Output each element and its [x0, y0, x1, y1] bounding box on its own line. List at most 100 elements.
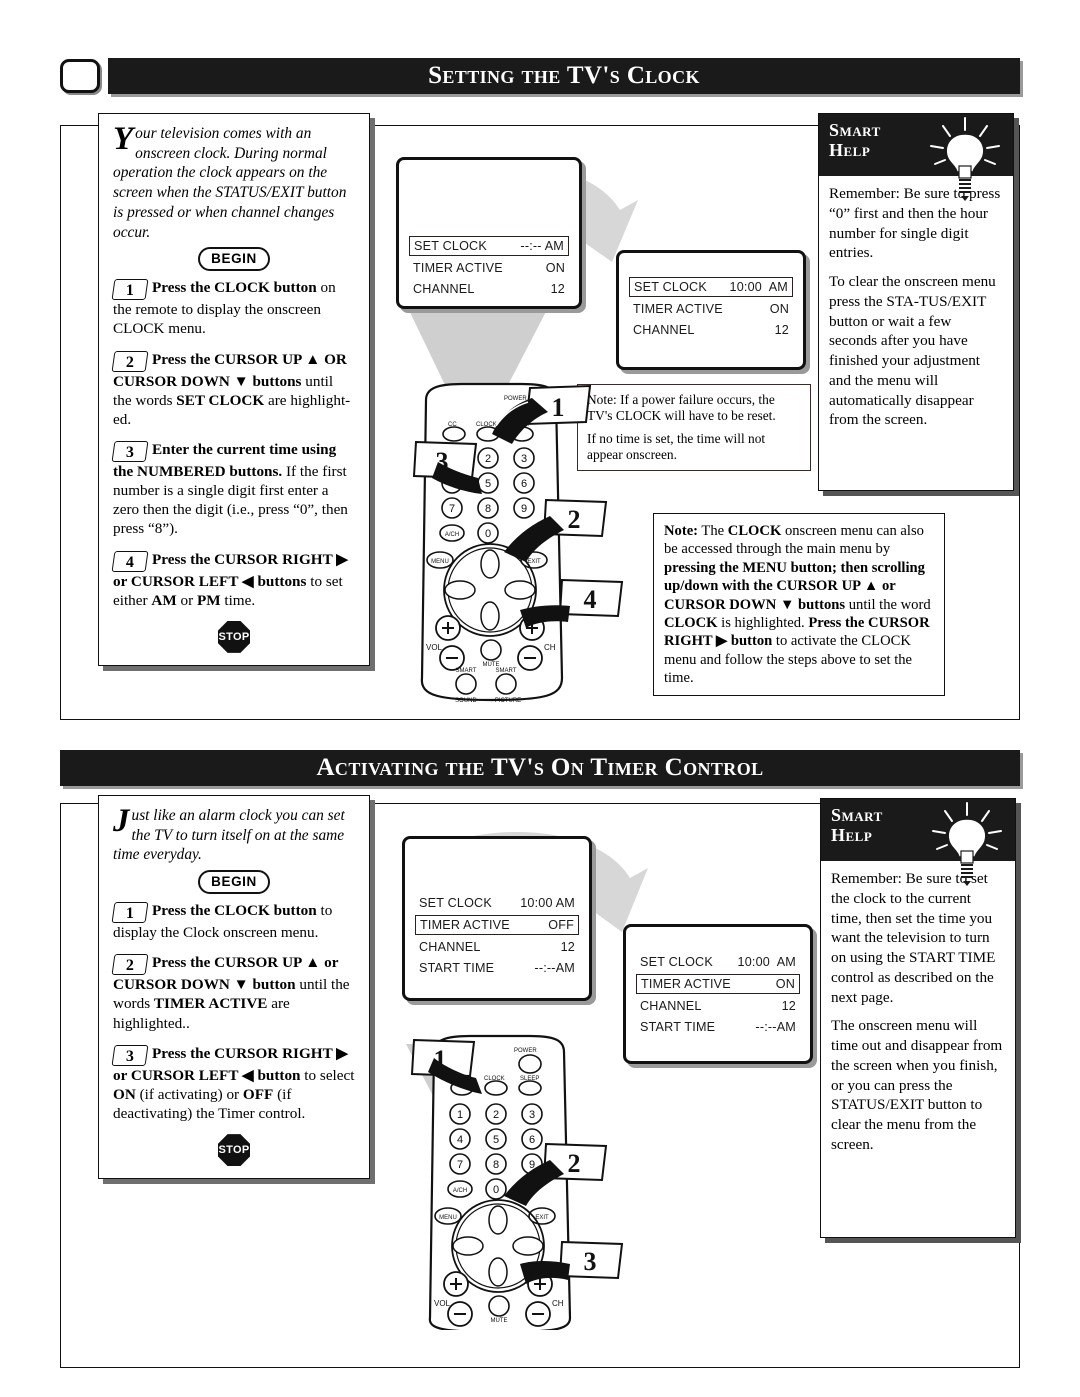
remote-cursor-down [480, 601, 500, 631]
tv-menu-value: 10:00 AM [520, 896, 575, 910]
callout-4-clock: 4 [520, 578, 624, 628]
remote2-power-button [518, 1054, 542, 1074]
remote-smart-sound-button [455, 673, 477, 695]
step-text: Press the CURSOR RIGHT ▶ or CURSOR LEFT … [113, 1044, 355, 1122]
remote-cursor-left [444, 580, 476, 600]
svg-text:4: 4 [457, 1134, 463, 1146]
tv-menu-label: TIMER ACTIVE [420, 918, 510, 932]
callout-2-timer: 2 [504, 1142, 608, 1206]
step-text: Press the CURSOR UP ▲ OR CURSOR DOWN ▼ b… [113, 350, 351, 428]
tv-menu-row: SET CLOCK 10:00 AM [636, 953, 800, 971]
svg-text:1: 1 [552, 393, 565, 422]
smart-help-body-2: Remember: Be sure to set the clock to th… [821, 861, 1015, 1165]
remote2-ch-label: CH [552, 1299, 564, 1308]
section-clock-header: Setting the TV's Clock [60, 58, 1020, 94]
svg-text:2: 2 [568, 1149, 581, 1178]
timer-step-1: 1 Press the CLOCK button to display the C… [111, 901, 355, 942]
tv-menu-row: TIMER ACTIVE OFF [415, 915, 579, 935]
tv-menu-row: TIMER ACTIVE ON [629, 300, 793, 318]
svg-text:2: 2 [568, 505, 581, 534]
tv-menu-value: 12 [550, 282, 565, 296]
svg-text:A/CH: A/CH [453, 1188, 467, 1194]
tv-menu-value: ON [775, 977, 795, 991]
tv-screen-icon [60, 59, 100, 93]
remote-smart-picture-button [495, 673, 517, 695]
tv-menu-row: SET CLOCK --:-- AM [409, 236, 569, 256]
clock-instructions-panel: Your television comes with an onscreen c… [98, 113, 370, 666]
step-number-badge: 3 [111, 1044, 149, 1066]
step-number-badge: 2 [111, 350, 149, 372]
lightbulb-icon-2 [932, 802, 1002, 886]
svg-text:MUTE: MUTE [491, 1318, 508, 1324]
tv-menu-value: 10:00 AM [729, 280, 788, 294]
tv-menu-value: ON [769, 302, 789, 316]
remote2-cursor-up [488, 1205, 508, 1235]
step-text: Press the CURSOR UP ▲ or CURSOR DOWN ▼ b… [113, 954, 350, 1032]
svg-text:EXIT: EXIT [535, 1215, 549, 1221]
tv-menu-label: SET CLOCK [640, 955, 713, 969]
remote-vol-label: VOL [426, 643, 443, 652]
svg-text:1: 1 [457, 1109, 463, 1121]
stop-sign-icon-2: STOP [218, 1134, 250, 1167]
intro-dropcap: Y [113, 121, 134, 157]
tv-menu-label: CHANNEL [640, 999, 702, 1013]
tv-menu-label: CHANNEL [633, 323, 695, 337]
svg-text:8: 8 [493, 1159, 499, 1171]
callout-3-timer: 3 [520, 1240, 624, 1284]
note-power-failure: Note: If a power failure occurs, the TV'… [577, 384, 811, 472]
tv-menu-value: 12 [560, 940, 575, 954]
svg-text:MENU: MENU [431, 559, 449, 565]
note-power-line2: If no time is set, the time will not app… [587, 430, 766, 463]
remote2-vol-label: VOL [434, 1299, 451, 1308]
note-menu-text: Note: The CLOCK onscreen menu can also b… [664, 523, 931, 686]
timer-step-2: 2 Press the CURSOR UP ▲ or CURSOR DOWN ▼ … [111, 953, 355, 1032]
tv-menu-row: CHANNEL 12 [415, 938, 579, 956]
timer-step-3: 3 Press the CURSOR RIGHT ▶ or CURSOR LEFT… [111, 1044, 355, 1123]
timer-menu-screen-before: SET CLOCK 10:00 AM TIMER ACTIVE OFF CHAN… [402, 836, 592, 1001]
intro-text: our television comes with an onscreen cl… [113, 125, 347, 241]
page-title: Setting the TV's Clock [428, 62, 700, 89]
tv-menu-label: SET CLOCK [419, 896, 492, 910]
tv-menu-value: OFF [548, 918, 574, 932]
section-setting-tv-clock: Setting the TV's Clock Your television c… [0, 0, 1080, 740]
tv-menu-row: START TIME --:--AM [636, 1018, 800, 1036]
tv-menu-value: ON [545, 261, 565, 275]
callout-2-clock: 2 [504, 498, 608, 562]
remote-mute-button [480, 639, 502, 661]
clock-menu-screen-before: SET CLOCK --:-- AM TIMER ACTIVE ON CHANN… [396, 157, 582, 309]
svg-text:0: 0 [493, 1184, 499, 1196]
tv-menu-value: --:--AM [755, 1020, 796, 1034]
step-number-badge: 1 [111, 902, 149, 924]
clock-step-3: 3 Enter the current time using the NUMBER… [111, 440, 355, 539]
step-text: Press the CURSOR RIGHT ▶ or CURSOR LEFT … [113, 550, 348, 609]
tv-menu-row: TIMER ACTIVE ON [409, 259, 569, 277]
timer-menu-screen-after: SET CLOCK 10:00 AM TIMER ACTIVE ON CHANN… [623, 924, 813, 1064]
timer-intro-paragraph: Just like an alarm clock you can set the… [113, 804, 355, 865]
tv-menu-label: SET CLOCK [634, 280, 707, 294]
remote2-mute-button [488, 1295, 510, 1317]
tv-menu-row: SET CLOCK 10:00 AM [629, 277, 793, 297]
smart-help-paragraph: The onscreen menu will time out and disa… [831, 1017, 1003, 1153]
svg-text:3: 3 [584, 1247, 597, 1276]
section-timer-header: Activating the TV's On Timer Control [60, 750, 1020, 786]
remote-ch-label: CH [544, 643, 556, 652]
begin-badge-2: BEGIN [198, 870, 270, 895]
svg-text:7: 7 [457, 1159, 463, 1171]
clock-menu-screen-after: SET CLOCK 10:00 AM TIMER ACTIVE ON CHANN… [616, 250, 806, 370]
timer-stop-wrap: STOP [113, 1134, 355, 1167]
tv-menu-label: START TIME [640, 1020, 716, 1034]
tv-menu-value: --:-- AM [520, 239, 564, 253]
clock-stop-wrap: STOP [113, 620, 355, 653]
svg-text:3: 3 [529, 1109, 535, 1121]
svg-text:0: 0 [485, 528, 491, 540]
tv-menu-row: START TIME --:--AM [415, 959, 579, 977]
remote-cursor-up [480, 549, 500, 579]
step-number-badge: 1 [111, 279, 149, 301]
tv-menu-label: TIMER ACTIVE [633, 302, 723, 316]
step-number-badge: 2 [111, 954, 149, 976]
note-power-line1: Note: If a power failure occurs, the TV'… [587, 392, 776, 424]
tv-menu-label: CHANNEL [419, 940, 481, 954]
tv-menu-row: SET CLOCK 10:00 AM [415, 894, 579, 912]
tv-menu-value: 12 [781, 999, 796, 1013]
step-text: Enter the current time using the NUMBERE… [113, 441, 348, 538]
